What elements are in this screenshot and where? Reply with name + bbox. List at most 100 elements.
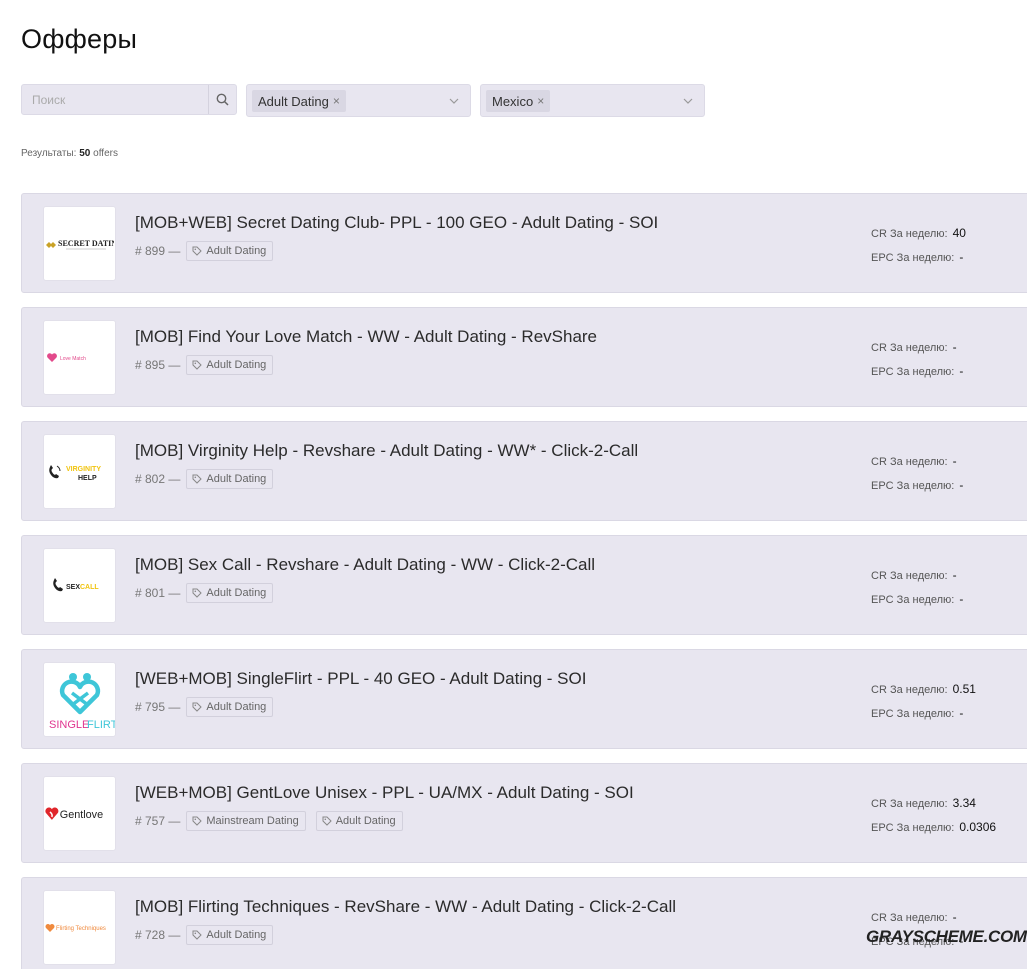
cr-label: CR За неделю:: [871, 798, 948, 810]
offer-stats: CR За неделю: 40 EPC За неделю: -: [871, 222, 966, 270]
tag[interactable]: Mainstream Dating: [186, 811, 306, 831]
tag[interactable]: Adult Dating: [186, 355, 274, 375]
offer-title[interactable]: [MOB] Flirting Techniques - RevShare - W…: [135, 897, 676, 917]
offer-id: # 895 —: [135, 358, 181, 372]
logo-text-a: SINGLE: [49, 719, 89, 731]
offer-title[interactable]: [WEB+MOB] GentLove Unisex - PPL - UA/MX …: [135, 783, 634, 803]
offer-card[interactable]: Gentlove [WEB+MOB] GentLove Unisex - PPL…: [21, 763, 1027, 863]
tag-label: Adult Dating: [206, 245, 267, 257]
category-chip-remove-icon[interactable]: ×: [333, 94, 340, 108]
logo-text-a: SEX: [66, 584, 80, 591]
tag-icon: [192, 930, 203, 940]
tag[interactable]: Adult Dating: [186, 697, 274, 717]
tag[interactable]: Adult Dating: [186, 241, 274, 261]
results-label: Результаты:: [21, 148, 77, 159]
tag-label: Adult Dating: [335, 815, 396, 827]
cr-value: -: [952, 568, 957, 582]
tag-label: Adult Dating: [206, 359, 267, 371]
offer-card[interactable]: SINGLE FLIRT [WEB+MOB] SingleFlirt - PPL…: [21, 649, 1027, 749]
epc-value: 0.0306: [959, 820, 997, 834]
category-chip-label: Adult Dating: [258, 93, 329, 109]
category-select[interactable]: Adult Dating ×: [246, 84, 471, 117]
tag-icon: [192, 474, 203, 484]
epc-label: EPC За неделю:: [871, 480, 955, 492]
offer-card[interactable]: Love Match [MOB] Find Your Love Match - …: [21, 307, 1027, 407]
search-input[interactable]: [22, 85, 208, 114]
tag[interactable]: Adult Dating: [186, 469, 274, 489]
offer-title[interactable]: [MOB] Virginity Help - Revshare - Adult …: [135, 441, 638, 461]
offer-meta: # 728 — Adult Dating: [135, 925, 283, 945]
epc-label: EPC За неделю:: [871, 594, 955, 606]
offer-stats: CR За неделю: - EPC За неделю: -: [871, 450, 963, 498]
virginity-help-logo: VIRGINITY HELP: [43, 434, 116, 509]
page-title: Офферы: [21, 24, 138, 54]
offer-id: # 795 —: [135, 700, 181, 714]
cr-value: 0.51: [952, 682, 976, 696]
offer-card[interactable]: SECRET DATING [MOB+WEB] Secret Dating Cl…: [21, 193, 1027, 293]
country-chip-label: Mexico: [492, 93, 534, 109]
logo-text-top: VIRGINITY: [66, 466, 101, 473]
offer-title[interactable]: [WEB+MOB] SingleFlirt - PPL - 40 GEO - A…: [135, 669, 586, 689]
offer-title[interactable]: [MOB] Find Your Love Match - WW - Adult …: [135, 327, 597, 347]
tag-icon: [192, 702, 203, 712]
offer-id: # 728 —: [135, 928, 181, 942]
secret-dating-logo: SECRET DATING: [43, 206, 116, 281]
tag-label: Adult Dating: [206, 929, 267, 941]
country-select[interactable]: Mexico ×: [480, 84, 705, 117]
tag[interactable]: Adult Dating: [315, 811, 403, 831]
tag[interactable]: Adult Dating: [186, 583, 274, 603]
offer-id: # 801 —: [135, 586, 181, 600]
tag-icon: [192, 816, 203, 826]
sex-call-logo: SEX CALL: [43, 548, 116, 623]
cr-value: -: [952, 454, 957, 468]
single-flirt-logo: SINGLE FLIRT: [43, 662, 116, 737]
offer-id: # 802 —: [135, 472, 181, 486]
results-count: Результаты: 50 offers: [21, 148, 118, 159]
cr-label: CR За неделю:: [871, 570, 948, 582]
offer-title[interactable]: [MOB] Sex Call - Revshare - Adult Dating…: [135, 555, 595, 575]
results-number: 50: [79, 148, 91, 159]
epc-label: EPC За неделю:: [871, 708, 955, 720]
logo-text: SECRET DATING: [58, 239, 114, 248]
cr-value: -: [952, 910, 957, 924]
chevron-down-icon[interactable]: [682, 95, 694, 107]
logo-text-bottom: HELP: [78, 475, 97, 482]
tag[interactable]: Adult Dating: [186, 925, 274, 945]
cr-label: CR За неделю:: [871, 456, 948, 468]
country-chip-remove-icon[interactable]: ×: [537, 94, 544, 108]
gentlove-logo: Gentlove: [43, 776, 116, 851]
cr-label: CR За неделю:: [871, 912, 948, 924]
tag-label: Adult Dating: [206, 473, 267, 485]
offer-card[interactable]: VIRGINITY HELP [MOB] Virginity Help - Re…: [21, 421, 1027, 521]
offer-card[interactable]: SEX CALL [MOB] Sex Call - Revshare - Adu…: [21, 535, 1027, 635]
results-unit: offers: [93, 148, 118, 159]
cr-label: CR За неделю:: [871, 684, 948, 696]
offer-stats: CR За неделю: 0.51 EPC За неделю: -: [871, 678, 976, 726]
offer-stats: CR За неделю: - EPC За неделю: -: [871, 564, 963, 612]
offer-id: # 757 —: [135, 814, 181, 828]
epc-label: EPC За неделю:: [871, 366, 955, 378]
offer-stats: CR За неделю: - EPC За неделю: -: [871, 336, 963, 384]
flirting-techniques-logo: Flirting Techniques: [43, 890, 116, 965]
tag-label: Mainstream Dating: [206, 815, 299, 827]
offer-id: # 899 —: [135, 244, 181, 258]
offer-card[interactable]: Flirting Techniques [MOB] Flirting Techn…: [21, 877, 1027, 969]
logo-text: Gentlove: [60, 808, 103, 820]
search-icon: [216, 93, 229, 106]
epc-value: -: [959, 478, 964, 492]
cr-value: 3.34: [952, 796, 976, 810]
search-button[interactable]: [208, 85, 236, 114]
offer-meta: # 757 — Mainstream Dating Adult Dating: [135, 811, 413, 831]
logo-text: Love Match: [60, 356, 86, 362]
epc-label: EPC За неделю:: [871, 252, 955, 264]
offer-meta: # 899 — Adult Dating: [135, 241, 283, 261]
offer-stats: CR За неделю: 3.34 EPC За неделю: 0.0306: [871, 792, 996, 840]
cr-value: -: [952, 340, 957, 354]
offer-title[interactable]: [MOB+WEB] Secret Dating Club- PPL - 100 …: [135, 213, 658, 233]
logo-text-b: CALL: [80, 584, 99, 591]
chevron-down-icon[interactable]: [448, 95, 460, 107]
tag-label: Adult Dating: [206, 701, 267, 713]
tag-icon: [322, 816, 332, 826]
category-chip: Adult Dating ×: [252, 90, 346, 112]
cr-label: CR За неделю:: [871, 228, 948, 240]
